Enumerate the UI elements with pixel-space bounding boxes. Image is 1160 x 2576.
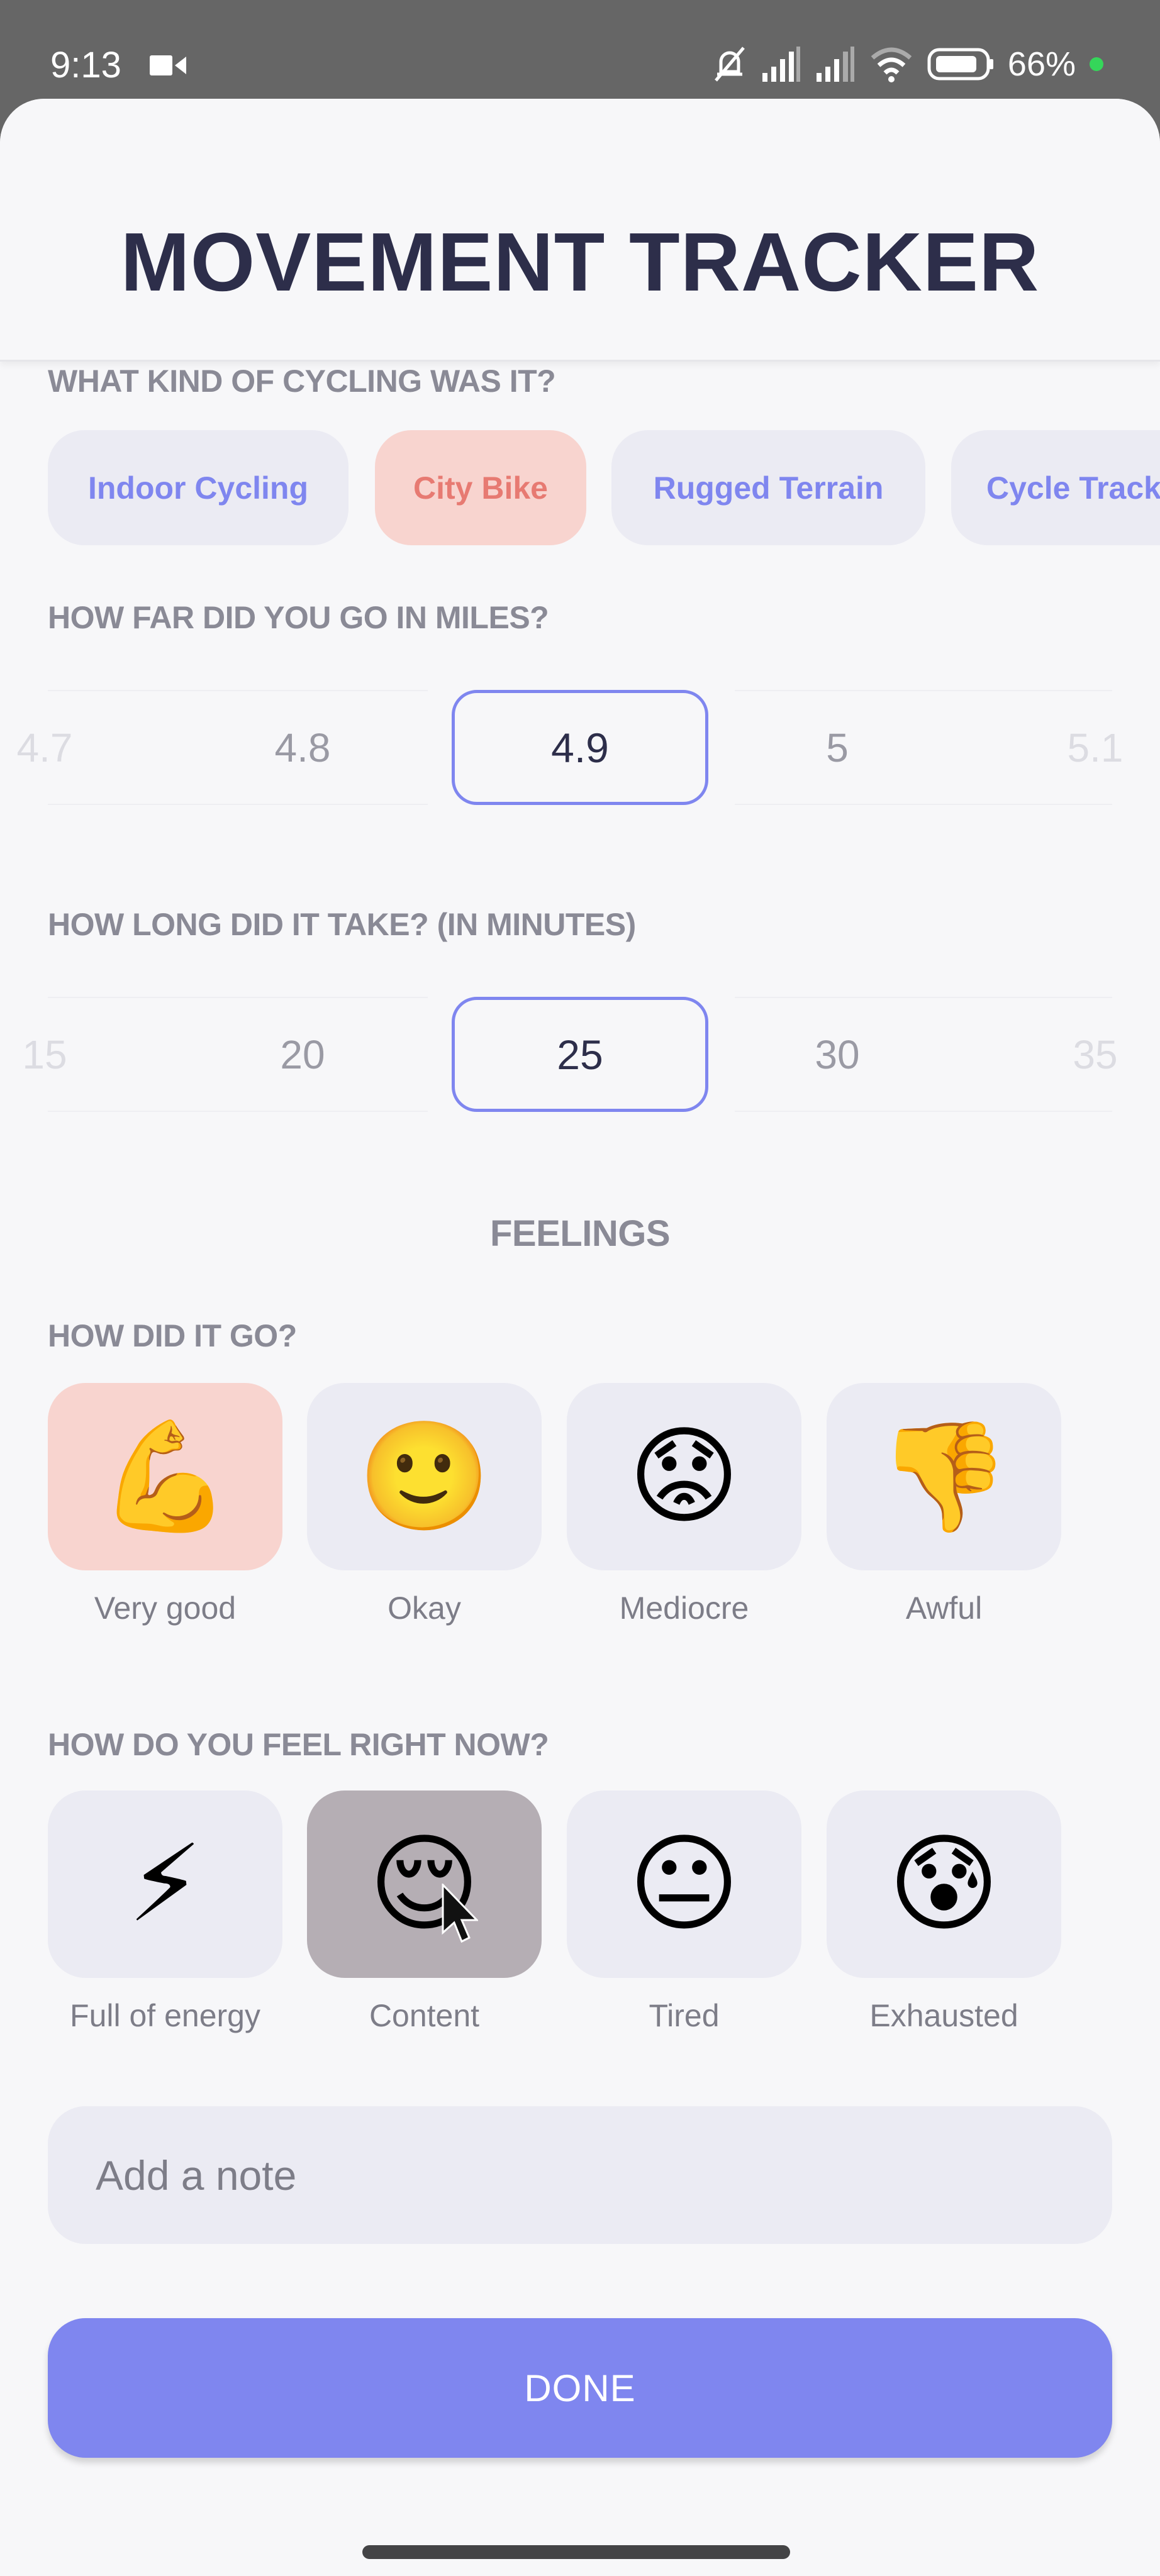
status-bar: 9:13 66% xyxy=(0,0,1160,99)
option-mediocre[interactable]: 😟 xyxy=(567,1383,801,1570)
option-very-good[interactable]: 💪 xyxy=(48,1383,282,1570)
status-time: 9:13 xyxy=(50,45,121,86)
lightning-icon: ⚡ xyxy=(127,1822,203,1946)
picker-item[interactable]: 35 xyxy=(966,997,1160,1112)
privacy-indicator-dot xyxy=(1090,57,1103,71)
chip-indoor-cycling[interactable]: Indoor Cycling xyxy=(48,430,349,545)
cycling-type-label: WHAT KIND OF CYCLING WAS IT? xyxy=(48,364,556,399)
picker-item[interactable]: 5 xyxy=(708,690,966,805)
option-tired[interactable]: 😐 xyxy=(567,1790,801,1978)
neutral-face-icon: 😐 xyxy=(628,1822,740,1946)
option-content[interactable]: 😌 xyxy=(307,1790,542,1978)
option-awful[interactable]: 👎 xyxy=(827,1383,1061,1570)
video-camera-icon xyxy=(150,55,186,75)
picker-item[interactable]: 30 xyxy=(708,997,966,1112)
note-field[interactable] xyxy=(48,2106,1112,2244)
distance-label: HOW FAR DID YOU GO IN MILES? xyxy=(48,600,549,635)
picker-item[interactable]: 4.8 xyxy=(174,690,432,805)
picker-selected-value[interactable]: 4.9 xyxy=(452,690,708,805)
done-button[interactable]: DONE xyxy=(48,2318,1112,2458)
mouse-cursor-icon xyxy=(442,1884,478,1943)
header: MOVEMENT TRACKER xyxy=(0,99,1160,362)
battery-percent: 66% xyxy=(1007,45,1076,83)
note-input[interactable] xyxy=(96,2151,1112,2199)
battery-icon xyxy=(927,48,993,80)
option-label: Mediocre xyxy=(619,1591,749,1626)
option-label: Tired xyxy=(649,1998,720,2033)
how-did-it-go-label: HOW DID IT GO? xyxy=(48,1318,297,1353)
distance-picker[interactable]: 4.7 4.8 4.9 5 5.1 xyxy=(17,690,1123,805)
anxious-sweat-face-icon: 😰 xyxy=(888,1822,1000,1946)
option-label: Exhausted xyxy=(869,1998,1018,2033)
status-icons: 66% xyxy=(712,44,1103,84)
option-label: Very good xyxy=(94,1591,237,1626)
option-label: Full of energy xyxy=(70,1998,260,2033)
movement-tracker-sheet: MOVEMENT TRACKER WHAT KIND OF CYCLING WA… xyxy=(0,99,1160,2576)
feel-now-label: HOW DO YOU FEEL RIGHT NOW? xyxy=(48,1727,549,1762)
wifi-icon xyxy=(871,47,912,82)
flexed-biceps-icon: 💪 xyxy=(98,1414,232,1539)
option-exhausted[interactable]: 😰 xyxy=(827,1790,1061,1978)
thumbs-down-icon: 👎 xyxy=(877,1414,1011,1539)
option-full-of-energy[interactable]: ⚡ xyxy=(48,1790,282,1978)
chip-cycle-track[interactable]: Cycle Track xyxy=(951,430,1160,545)
option-okay[interactable]: 🙂 xyxy=(307,1383,542,1570)
chip-rugged-terrain[interactable]: Rugged Terrain xyxy=(611,430,925,545)
slightly-smiling-face-icon: 🙂 xyxy=(357,1414,491,1539)
signal-icon xyxy=(816,47,854,82)
feelings-heading: FEELINGS xyxy=(489,1213,671,1254)
picker-item[interactable]: 4.7 xyxy=(0,690,174,805)
page-title: MOVEMENT TRACKER xyxy=(120,216,1040,308)
chip-city-bike[interactable]: City Bike xyxy=(375,430,586,545)
picker-item[interactable]: 5.1 xyxy=(966,690,1160,805)
option-label: Content xyxy=(369,1998,480,2033)
duration-label: HOW LONG DID IT TAKE? (IN MINUTES) xyxy=(48,907,636,942)
worried-face-icon: 😟 xyxy=(628,1414,740,1539)
silent-bell-icon xyxy=(714,47,745,82)
option-label: Awful xyxy=(905,1591,983,1626)
option-label: Okay xyxy=(388,1591,461,1626)
home-indicator[interactable] xyxy=(362,2545,790,2559)
duration-picker[interactable]: 15 20 25 30 35 xyxy=(22,997,1118,1112)
picker-item[interactable]: 15 xyxy=(0,997,174,1112)
picker-selected-value[interactable]: 25 xyxy=(452,997,708,1112)
picker-item[interactable]: 20 xyxy=(174,997,432,1112)
signal-icon xyxy=(762,47,800,82)
